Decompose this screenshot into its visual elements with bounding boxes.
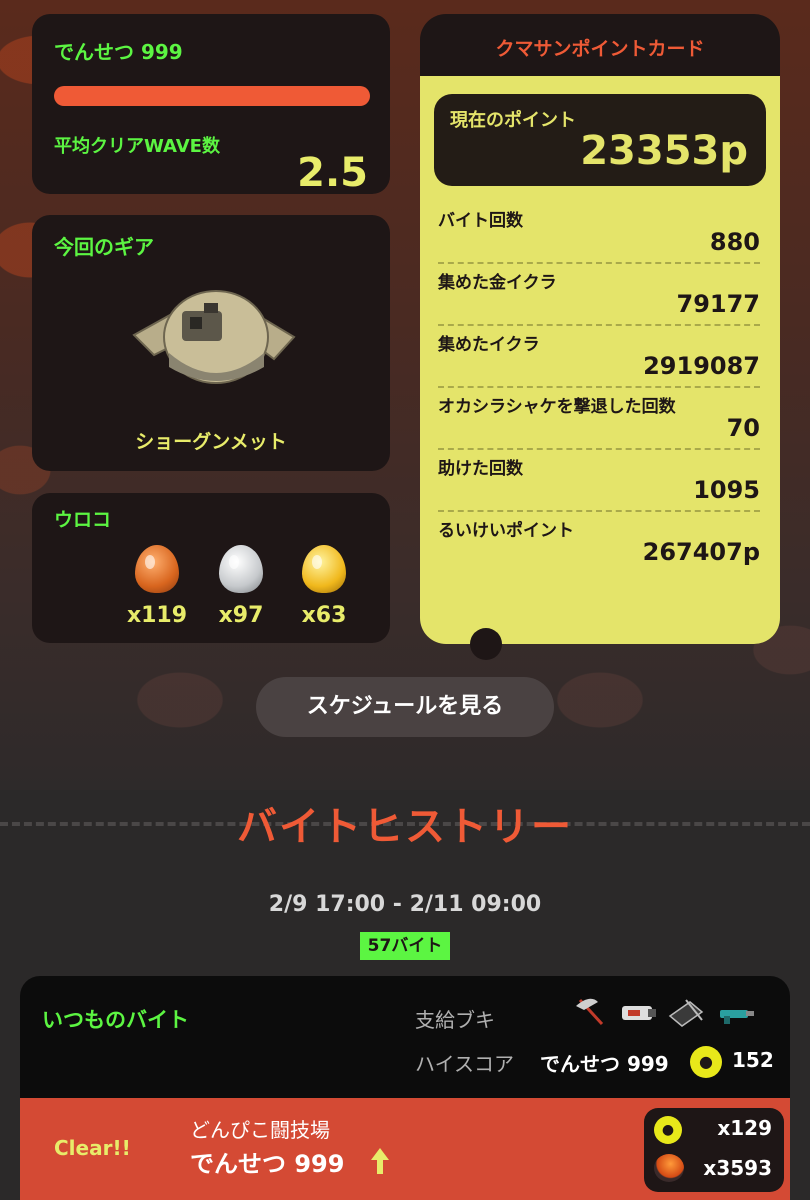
golden-egg-icon: ● (690, 1046, 722, 1078)
scales-panel: ウロコ x119 x97 x63 (32, 493, 390, 643)
scale-bronze: x119 (122, 545, 192, 628)
golden-eggs-count: x129 (717, 1116, 772, 1140)
stat-value: 880 (709, 228, 760, 256)
stat-label: オカシラシャケを撃退した回数 (438, 397, 676, 417)
shift-result-bar[interactable]: Clear!! どんぴこ闘技場 でんせつ 999 ● x129 x3593 (20, 1098, 790, 1200)
point-card: クマサンポイントカード 現在のポイント 23353p バイト回数 880 集めた… (420, 14, 780, 660)
stat-row: 助けた回数 1095 (438, 450, 760, 512)
highscore-value: 152 (732, 1048, 774, 1072)
result-grade: でんせつ 999 (190, 1150, 345, 1178)
gear-name: ショーグンメット (135, 431, 287, 453)
avg-wave-value: 2.5 (297, 150, 368, 196)
shift-count-badge: 57バイト (360, 932, 450, 960)
stat-row: るいけいポイント 267407p (438, 512, 760, 574)
current-points-value: 23353p (580, 128, 748, 174)
shift-card[interactable]: いつものバイト 支給ブキ ハイスコア でんせつ 999 ● 152 Clear!… (20, 976, 790, 1200)
power-egg-icon (654, 1154, 684, 1182)
scale-silver: x97 (206, 545, 276, 628)
silver-scale-icon (219, 545, 263, 593)
stage-name: どんぴこ闘技場 (190, 1118, 330, 1142)
gear-panel[interactable]: 今回のギア ショーグンメット (32, 215, 390, 471)
stat-row: オカシラシャケを撃退した回数 70 (438, 388, 760, 450)
scale-gold: x63 (289, 545, 359, 628)
card-notch (470, 628, 502, 660)
stat-row: 集めた金イクラ 79177 (438, 264, 760, 326)
gear-title: 今回のギア (54, 235, 154, 259)
grade-panel: でんせつ 999 平均クリアWAVE数 2.5 (32, 14, 390, 196)
helmet-gear-image (132, 290, 296, 384)
stat-row: バイト回数 880 (438, 202, 760, 264)
shooter-weapon-icon (720, 1010, 754, 1024)
grade-progress-bar (54, 86, 370, 106)
stat-label: 集めたイクラ (438, 335, 540, 355)
stat-label: るいけいポイント (438, 521, 574, 541)
brella-weapon-icon (668, 999, 704, 1027)
power-eggs-count: x3593 (703, 1156, 772, 1180)
scale-count: x119 (126, 603, 188, 628)
stat-value: 70 (726, 414, 760, 442)
stat-value: 2919087 (643, 352, 760, 380)
current-points-box: 現在のポイント 23353p (434, 94, 766, 186)
avg-wave-label: 平均クリアWAVE数 (54, 136, 220, 157)
scale-count: x63 (301, 603, 347, 628)
grade-name: でんせつ 999 (54, 40, 183, 64)
eggs-box: ● x129 x3593 (644, 1108, 784, 1192)
clear-label: Clear!! (54, 1136, 131, 1160)
stat-row: 集めたイクラ 2919087 (438, 326, 760, 388)
bronze-scale-icon (135, 545, 179, 593)
highscore-grade: でんせつ 999 (540, 1052, 669, 1076)
stat-label: 集めた金イクラ (438, 273, 557, 293)
grade-up-arrow-icon (371, 1148, 389, 1174)
scale-count: x97 (218, 603, 264, 628)
blaster-weapon-icon (622, 1006, 656, 1020)
stat-label: バイト回数 (438, 211, 523, 231)
stat-value: 267407p (642, 538, 760, 566)
shift-type: いつものバイト (42, 1008, 189, 1032)
stat-value: 1095 (693, 476, 760, 504)
point-card-title: クマサンポイントカード (495, 38, 705, 60)
stat-value: 79177 (676, 290, 761, 318)
golden-egg-icon: ● (654, 1116, 682, 1144)
current-points-label: 現在のポイント (450, 110, 576, 131)
scales-title: ウロコ (54, 509, 112, 531)
view-schedule-button[interactable]: スケジュールを見る (256, 677, 554, 737)
highscore-label: ハイスコア (415, 1052, 514, 1076)
stat-label: 助けた回数 (438, 459, 523, 479)
weapons-label: 支給ブキ (415, 1008, 495, 1032)
splatana-weapon-icon (576, 998, 604, 1026)
history-title: バイトヒストリー (237, 804, 573, 850)
gold-scale-icon (302, 545, 346, 593)
history-period: 2/9 17:00 - 2/11 09:00 (268, 892, 542, 917)
